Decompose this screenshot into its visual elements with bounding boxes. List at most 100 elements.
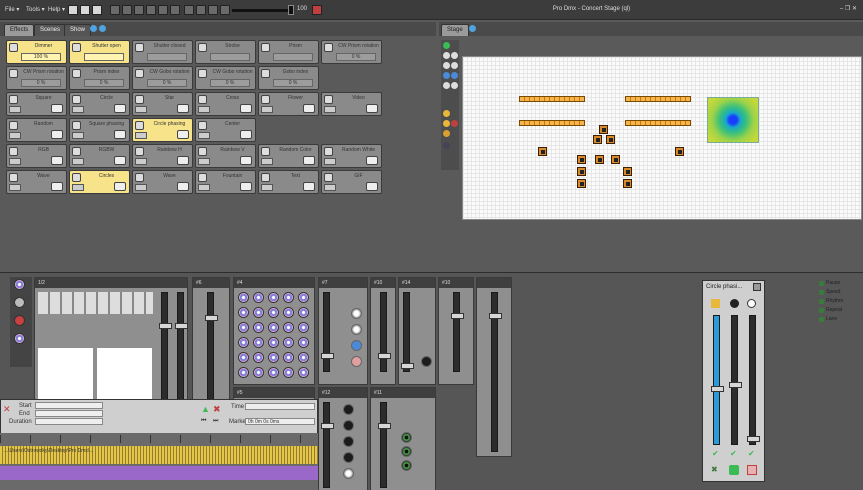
- led-bar[interactable]: [519, 96, 585, 102]
- check-icon[interactable]: ✔: [712, 449, 719, 458]
- color-swirl-button[interactable]: [238, 292, 249, 303]
- beam-icon[interactable]: [443, 120, 450, 127]
- effect-value[interactable]: 0 %: [21, 79, 61, 87]
- effect-settings-icon[interactable]: [240, 104, 252, 113]
- pin-icon[interactable]: [747, 465, 757, 475]
- color-swirl-button[interactable]: [298, 292, 309, 303]
- moving-head[interactable]: [623, 167, 632, 176]
- effect-button[interactable]: Star: [132, 92, 193, 116]
- color-swirl-button[interactable]: [298, 322, 309, 333]
- channel-fader[interactable]: [378, 402, 391, 488]
- group-fader[interactable]: [159, 292, 172, 400]
- fader-knob[interactable]: [729, 382, 742, 388]
- effect-button[interactable]: Flower: [258, 92, 319, 116]
- color-swirl-button[interactable]: [268, 292, 279, 303]
- effect-value[interactable]: 0 %: [84, 79, 124, 87]
- audio-waveform[interactable]: ...\Users\Ostrowsky\Desktop\Pro Dmx\...: [0, 446, 318, 464]
- color-swirl-button[interactable]: [238, 322, 249, 333]
- effect-settings-icon[interactable]: [177, 156, 189, 165]
- effect-settings-icon[interactable]: [114, 156, 126, 165]
- effect-button[interactable]: Circles: [69, 170, 130, 194]
- stage-canvas[interactable]: [462, 56, 862, 220]
- parameter-item[interactable]: Repeat: [818, 307, 842, 315]
- color-swirl-button[interactable]: [268, 337, 279, 348]
- phase-fader[interactable]: [747, 315, 760, 445]
- effect-value[interactable]: 100 %: [21, 53, 61, 61]
- moving-head[interactable]: [623, 179, 632, 188]
- group-fader[interactable]: [175, 292, 188, 400]
- effect-button[interactable]: Cross: [195, 92, 256, 116]
- color-swirl-button[interactable]: [298, 352, 309, 363]
- effect-button[interactable]: Video: [321, 92, 382, 116]
- moving-head[interactable]: [599, 125, 608, 134]
- gobo-button[interactable]: [343, 468, 354, 479]
- color-swirl-button[interactable]: [238, 307, 249, 318]
- mode-icon[interactable]: [747, 299, 756, 308]
- color-swirl-button[interactable]: [283, 322, 294, 333]
- rotate-icon[interactable]: [443, 72, 450, 79]
- select-icon[interactable]: [451, 72, 458, 79]
- effect-button[interactable]: CW Prism rotation 0 %: [6, 66, 67, 90]
- color-swirl-button[interactable]: [268, 307, 279, 318]
- parameter-item[interactable]: Rhythm: [818, 298, 843, 306]
- speed-button[interactable]: [351, 356, 362, 367]
- effect-value[interactable]: [273, 53, 313, 61]
- fader-knob[interactable]: [159, 323, 172, 329]
- effect-lane[interactable]: [0, 466, 318, 480]
- effect-settings-icon[interactable]: [303, 104, 315, 113]
- parameter-item[interactable]: Speed: [818, 289, 840, 297]
- zoom-in-icon[interactable]: [443, 52, 450, 59]
- effect-button[interactable]: Prism: [258, 40, 319, 64]
- pause-icon[interactable]: [711, 299, 720, 308]
- color-swirl-button[interactable]: [238, 337, 249, 348]
- lamp-icon[interactable]: [443, 110, 450, 117]
- fixture-grid[interactable]: [38, 292, 153, 314]
- fader-knob[interactable]: [489, 313, 502, 319]
- link-icon[interactable]: [729, 465, 739, 475]
- check-icon[interactable]: ✔: [730, 449, 737, 458]
- effect-button[interactable]: Rainbow V: [195, 144, 256, 168]
- next-icon[interactable]: ⏭: [213, 418, 218, 425]
- effect-button[interactable]: Dimmer 100 %: [6, 40, 67, 64]
- effect-button[interactable]: Center: [195, 118, 256, 142]
- effect-settings-icon[interactable]: [51, 156, 63, 165]
- prev-icon[interactable]: ⏮: [201, 418, 206, 425]
- duration-field[interactable]: [35, 418, 103, 425]
- tab-scenes[interactable]: Scenes: [34, 24, 67, 36]
- color-swirl-button[interactable]: [253, 307, 264, 318]
- channel-fader[interactable]: [489, 292, 502, 452]
- grid-icon[interactable]: [443, 82, 450, 89]
- speed-button[interactable]: [351, 340, 362, 351]
- effect-button[interactable]: Prism index 0 %: [69, 66, 130, 90]
- fader-knob[interactable]: [175, 323, 188, 329]
- color-button[interactable]: [401, 432, 412, 443]
- tab-effects[interactable]: Effects: [4, 24, 35, 36]
- effect-button[interactable]: Rainbow H: [132, 144, 193, 168]
- effect-button[interactable]: RGB: [6, 144, 67, 168]
- led-bar[interactable]: [625, 96, 691, 102]
- effect-value[interactable]: [147, 53, 187, 61]
- speed-button[interactable]: [351, 308, 362, 319]
- rgb-icon[interactable]: [14, 333, 25, 344]
- effect-settings-icon[interactable]: [51, 104, 63, 113]
- color-swirl-button[interactable]: [268, 367, 279, 378]
- window-controls[interactable]: – ❐ ✕: [840, 5, 857, 12]
- color-swirl-button[interactable]: [268, 352, 279, 363]
- effect-value[interactable]: [84, 53, 124, 61]
- moving-head[interactable]: [577, 179, 586, 188]
- effect-button[interactable]: RGBW: [69, 144, 130, 168]
- effect-button[interactable]: Shutter open: [69, 40, 130, 64]
- gobo-button[interactable]: [343, 420, 354, 431]
- marker-field[interactable]: 0h 0m 0s 0ms: [245, 418, 315, 425]
- speed-button[interactable]: [351, 324, 362, 335]
- moving-head[interactable]: [577, 167, 586, 176]
- close-icon[interactable]: ✕: [3, 404, 11, 415]
- moving-head[interactable]: [675, 147, 684, 156]
- add-tab-icon[interactable]: [90, 25, 97, 32]
- effect-button[interactable]: Random: [6, 118, 67, 142]
- fader-knob[interactable]: [747, 436, 760, 442]
- effect-button[interactable]: Wave: [132, 170, 193, 194]
- effect-settings-icon[interactable]: [114, 182, 126, 191]
- fader-knob[interactable]: [205, 315, 218, 321]
- channel-fader[interactable]: [205, 292, 218, 400]
